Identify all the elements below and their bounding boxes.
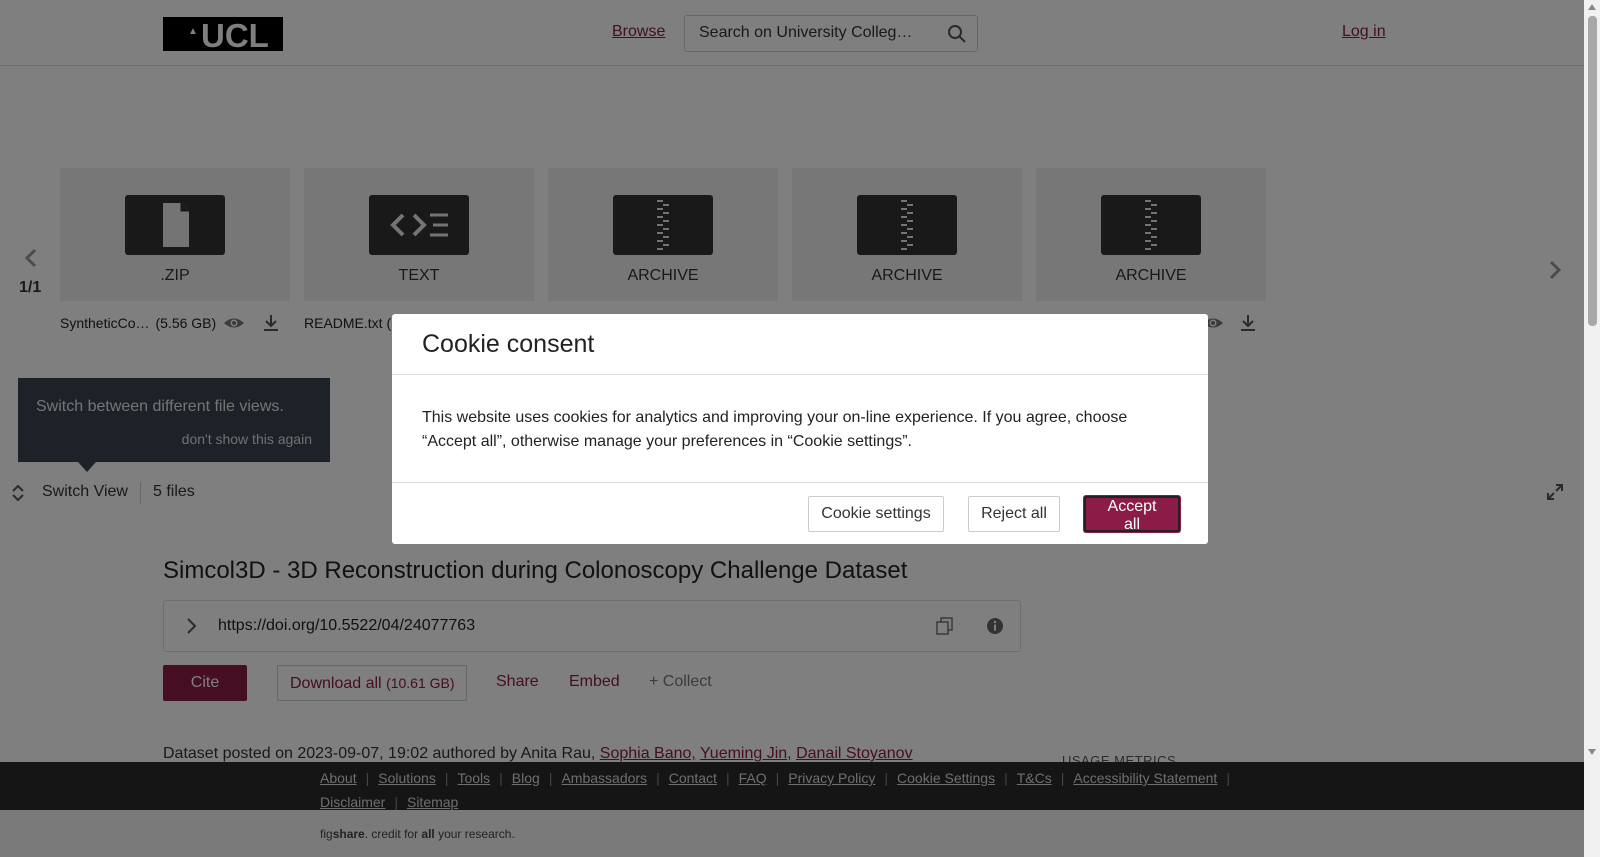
- dialog-title: Cookie consent: [422, 330, 595, 358]
- cookie-consent-dialog: Cookie consent This website uses cookies…: [392, 314, 1208, 544]
- cookie-settings-button[interactable]: Cookie settings: [808, 496, 944, 532]
- accept-all-button[interactable]: Accept all: [1084, 496, 1180, 533]
- dialog-body: This website uses cookies for analytics …: [422, 409, 1128, 450]
- scroll-up-arrow-icon[interactable]: [1588, 4, 1596, 10]
- divider: [392, 374, 1208, 375]
- scrollbar-thumb[interactable]: [1588, 16, 1597, 326]
- reject-all-button[interactable]: Reject all: [968, 496, 1060, 532]
- scroll-down-arrow-icon[interactable]: [1588, 749, 1596, 755]
- divider: [392, 482, 1208, 483]
